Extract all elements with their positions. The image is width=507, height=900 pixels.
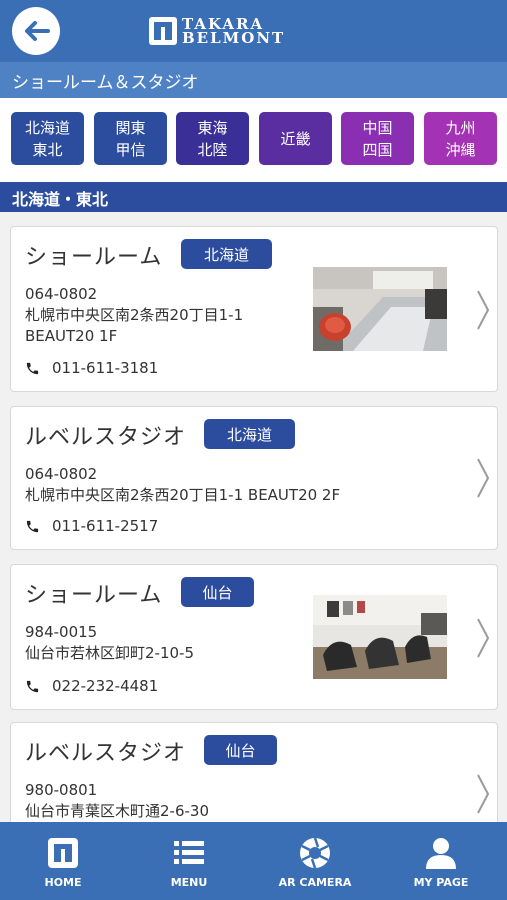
region-label-line2: 甲信 [115,140,146,159]
tab-home[interactable]: HOME [0,822,126,900]
address-line-1: 仙台市青葉区木町通2-6-30 [25,802,209,820]
region-button-kanto-koshin[interactable]: 関東 甲信 [94,112,167,165]
page-title: ショールーム＆スタジオ [12,73,199,93]
address: 札幌市中央区南2条西20丁目1-1 BEAUT20 2F [25,485,340,506]
location-card[interactable]: ルベルスタジオ 北海道 064-0802 札幌市中央区南2条西20丁目1-1 B… [10,406,498,550]
brand-logo: TAKARA BELMONT [148,14,285,48]
location-title: ショールーム [25,583,163,608]
page-title-bar: ショールーム＆スタジオ [0,62,507,98]
region-filter-bar: 北海道 東北 関東 甲信 東海 北陸 近畿 中国 四国 九州 沖縄 [0,98,507,182]
address-line-1: 仙台市若林区卸町2-10-5 [25,644,194,662]
location-badge: 北海道 [204,419,295,449]
phone-icon [26,520,39,532]
address-line-2: BEAUT20 1F [25,327,118,345]
section-header: 北海道・東北 [0,182,507,212]
phone-icon [26,362,39,374]
tab-my-page[interactable]: MY PAGE [378,822,504,900]
region-label-line1: 北海道 [24,118,70,137]
tab-ar-camera[interactable]: AR CAMERA [252,822,378,900]
region-button-chugoku-shikoku[interactable]: 中国 四国 [341,112,414,165]
phone-number: 022-232-4481 [52,677,159,695]
postal-code: 064-0802 [25,285,98,303]
region-button-kyushu-okinawa[interactable]: 九州 沖縄 [424,112,497,165]
tab-label: AR CAMERA [278,876,352,889]
region-label-line2: 北陸 [197,140,228,159]
bottom-tab-bar: HOME MENU AR CAMERA MY PAGE [0,822,507,900]
region-label-line2: 四国 [362,140,393,159]
app-header: TAKARA BELMONT [0,0,507,62]
location-card[interactable]: ショールーム 北海道 064-0802 札幌市中央区南2条西20丁目1-1 BE… [10,226,498,392]
address-line-1: 札幌市中央区南2条西20丁目1-1 [25,306,244,324]
showroom-photo [313,267,447,351]
phone-icon [26,680,39,692]
tab-menu[interactable]: MENU [126,822,252,900]
location-list[interactable]: ショールーム 北海道 064-0802 札幌市中央区南2条西20丁目1-1 BE… [0,212,507,822]
tab-label: HOME [44,876,82,889]
chevron-right-icon [477,458,490,498]
region-button-tokai-hokuriku[interactable]: 東海 北陸 [176,112,249,165]
location-title: ショールーム [25,245,163,270]
brand-line-2: BELMONT [182,29,286,47]
region-button-kinki[interactable]: 近畿 [259,112,332,165]
region-label-line2: 沖縄 [445,140,476,159]
region-button-hokkaido-tohoku[interactable]: 北海道 東北 [11,112,84,165]
showroom-photo [313,595,447,679]
brand-mark-icon [148,16,178,46]
region-label-line1: 関東 [115,118,146,137]
postal-code: 980-0801 [25,781,98,799]
postal-code: 064-0802 [25,465,98,483]
address: 仙台市青葉区木町通2-6-30 [25,801,209,822]
region-label-line2: 東北 [32,140,63,159]
address: 札幌市中央区南2条西20丁目1-1 BEAUT20 1F [25,305,243,347]
location-card[interactable]: ルベルスタジオ 仙台 980-0801 仙台市青葉区木町通2-6-30 [10,722,498,822]
phone-link[interactable]: 022-232-4481 [25,677,158,695]
back-button[interactable] [12,7,60,55]
phone-link[interactable]: 011-611-2517 [25,517,158,535]
chevron-right-icon [477,774,490,814]
location-badge: 仙台 [181,577,254,607]
menu-icon [174,841,204,864]
section-title: 北海道・東北 [12,190,109,209]
phone-number: 011-611-2517 [52,517,159,535]
tab-label: MY PAGE [413,876,469,889]
location-card[interactable]: ショールーム 仙台 984-0015 仙台市若林区卸町2-10-5 022-23… [10,564,498,710]
arrow-left-icon [25,21,50,41]
chevron-right-icon [477,618,490,658]
region-label-line1: 東海 [197,118,228,137]
user-icon [426,838,456,869]
chevron-right-icon [477,290,490,330]
postal-code: 984-0015 [25,623,98,641]
region-label-line1: 中国 [362,118,393,137]
region-label-line1: 九州 [445,118,476,137]
phone-link[interactable]: 011-611-3181 [25,359,158,377]
tab-label: MENU [170,876,208,889]
home-icon [48,838,78,868]
location-badge: 北海道 [181,239,272,269]
location-badge: 仙台 [204,735,277,765]
location-title: ルベルスタジオ [25,425,187,450]
location-title: ルベルスタジオ [25,741,187,766]
camera-shutter-icon [300,837,330,869]
address: 仙台市若林区卸町2-10-5 [25,643,194,664]
phone-number: 011-611-3181 [52,359,159,377]
region-label-line1: 近畿 [280,129,311,148]
address-line-1: 札幌市中央区南2条西20丁目1-1 BEAUT20 2F [25,486,341,504]
